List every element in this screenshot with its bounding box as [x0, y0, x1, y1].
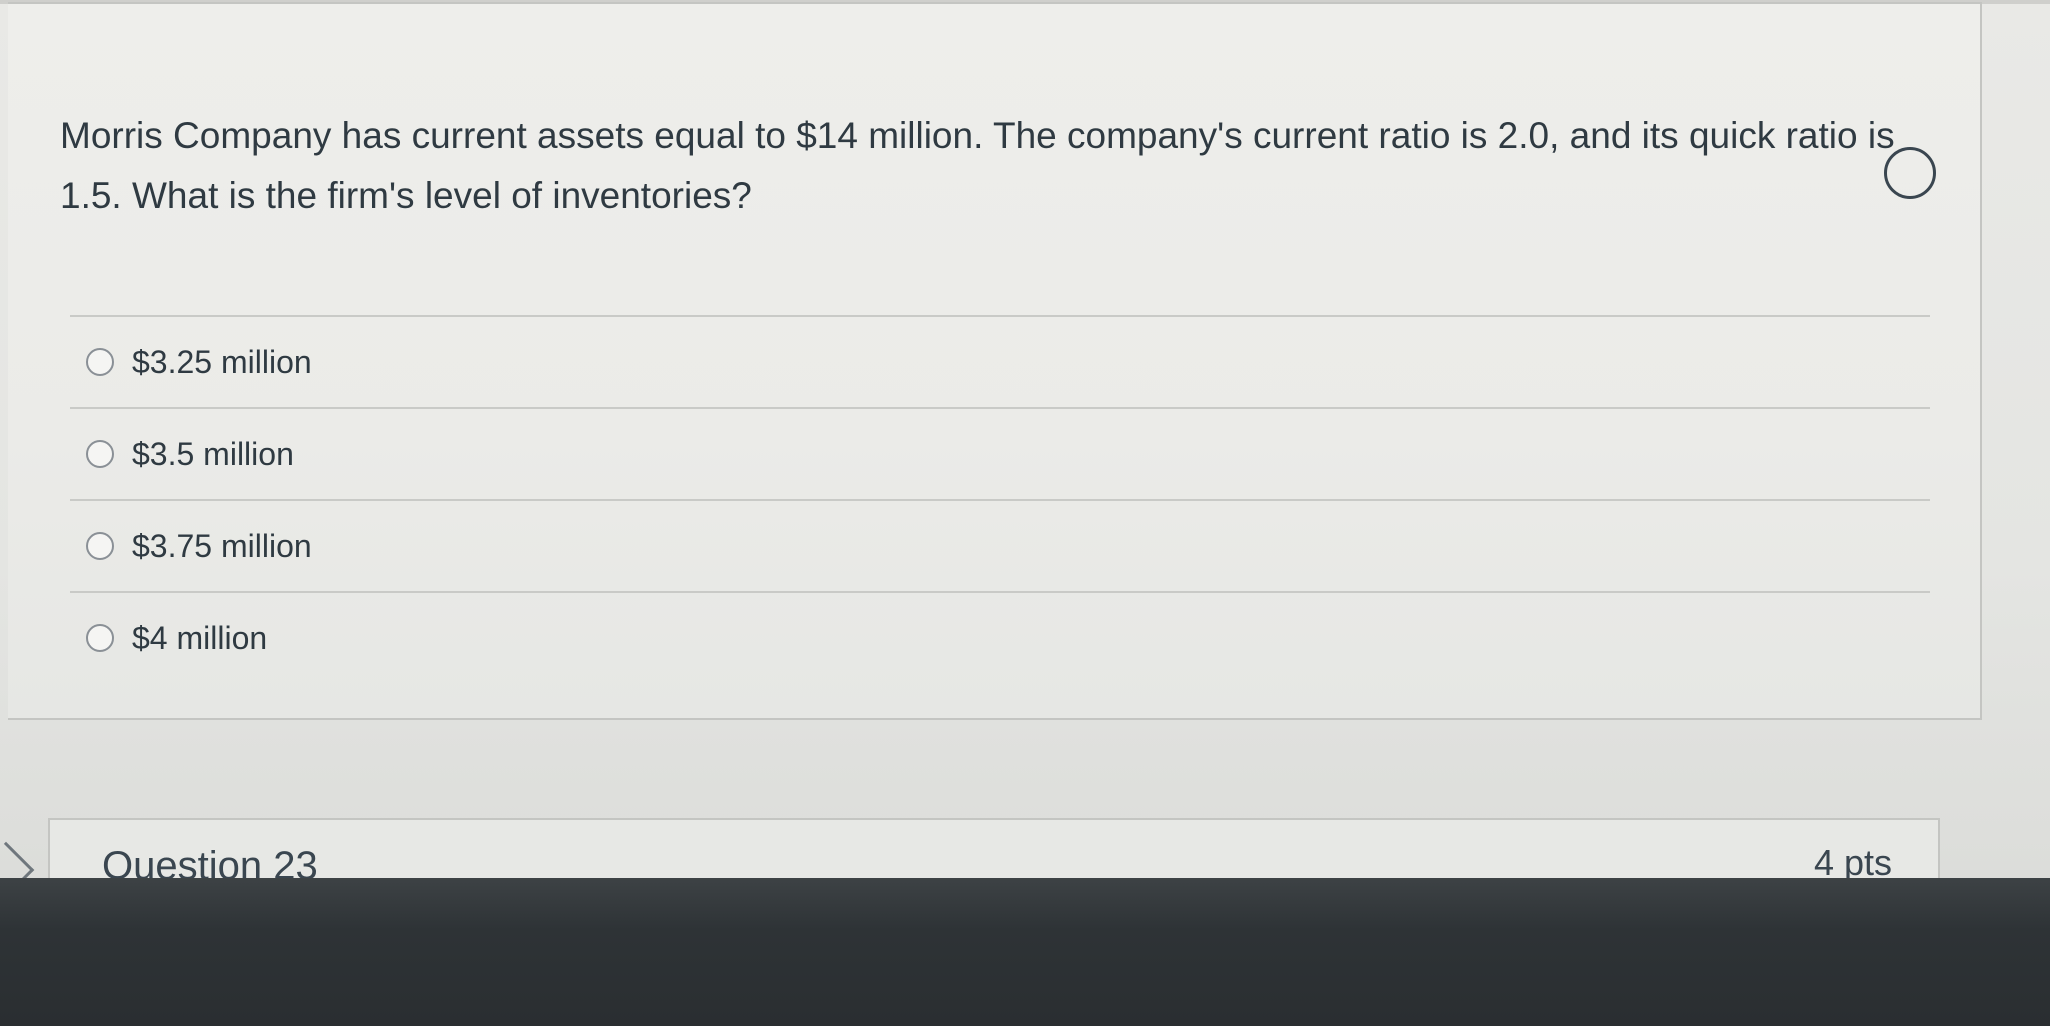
radio-button[interactable]: [86, 440, 114, 468]
circle-outline-icon[interactable]: [1884, 147, 1936, 199]
answer-label: $3.25 million: [132, 343, 312, 380]
answer-option-1[interactable]: $3.25 million: [70, 317, 1930, 407]
screen-bezel: [0, 878, 2050, 1026]
answer-label: $4 million: [132, 619, 268, 656]
question-text-line-2: 1.5. What is the firm's level of invento…: [60, 175, 752, 216]
question-card: Morris Company has current assets equal …: [8, 2, 1982, 720]
answer-label: $3.5 million: [132, 435, 294, 472]
radio-button[interactable]: [86, 532, 114, 560]
answer-label: $3.75 million: [132, 527, 312, 564]
question-text: Morris Company has current assets equal …: [60, 106, 1920, 226]
answer-list: $3.25 million $3.5 million $3.75 million…: [70, 315, 1930, 683]
radio-button[interactable]: [86, 624, 114, 652]
question-text-line-1: Morris Company has current assets equal …: [60, 115, 1895, 156]
answer-option-3[interactable]: $3.75 million: [70, 501, 1930, 591]
answer-option-4[interactable]: $4 million: [70, 593, 1930, 683]
answer-option-2[interactable]: $3.5 million: [70, 409, 1930, 499]
radio-button[interactable]: [86, 348, 114, 376]
